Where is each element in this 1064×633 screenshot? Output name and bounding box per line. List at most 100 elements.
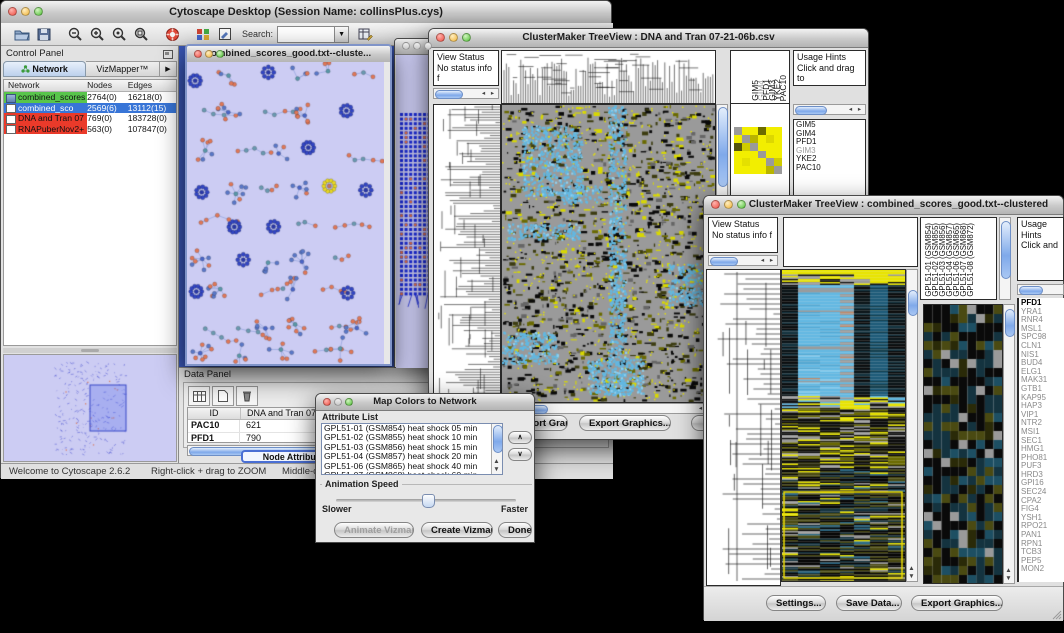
treeview2-hints-scrollbar[interactable]: [1017, 284, 1064, 295]
scroll-left-icon[interactable]: ◂: [479, 91, 488, 97]
main-title-bar[interactable]: Cytoscape Desktop (Session Name: collins…: [1, 1, 611, 24]
treeview1-hints-scrollbar[interactable]: ◂ ▸: [793, 104, 866, 115]
scroll-left-icon[interactable]: ◂: [758, 258, 767, 264]
gene-label[interactable]: PAC10: [796, 164, 863, 173]
attribute-select-icon[interactable]: [188, 386, 210, 406]
treeview2-gene-list[interactable]: PFD1YRA1RNR4MSL1SPC98CLN1NIS1BUD4ELG1MAK…: [1017, 298, 1064, 582]
attribute-browser-icon[interactable]: [354, 24, 376, 44]
close-button[interactable]: [323, 398, 331, 406]
open-file-icon[interactable]: [11, 24, 33, 44]
scrollbar-thumb[interactable]: [795, 106, 827, 115]
network-table-row[interactable]: combined_scores2764(0)16218(0): [4, 92, 176, 103]
scrollbar-thumb[interactable]: [710, 257, 738, 266]
scrollbar-thumb[interactable]: [1001, 221, 1011, 279]
close-button[interactable]: [402, 42, 410, 50]
help-ring-icon[interactable]: [161, 24, 183, 44]
move-down-button[interactable]: ∨: [508, 448, 532, 461]
gene-label[interactable]: MON2: [1021, 565, 1062, 574]
treeview2-column-dendrogram[interactable]: [783, 217, 918, 267]
attribute-list[interactable]: GPL51-01 (GSM854) heat shock 05 minGPL51…: [321, 423, 503, 475]
scrollbar-thumb[interactable]: [435, 90, 463, 99]
network-table-row[interactable]: DNA and Tran 07769(0)183728(0): [4, 113, 176, 124]
animate-vizmap-button[interactable]: Animate Vizmap: [334, 522, 414, 538]
tab-vizmapper[interactable]: VizMapper™: [86, 61, 160, 77]
tv2-export-graphics-button[interactable]: Export Graphics...: [911, 595, 1003, 611]
close-button[interactable]: [194, 50, 202, 58]
scroll-down-icon[interactable]: ▼: [1004, 576, 1013, 582]
minimize-button[interactable]: [21, 7, 30, 16]
tv1-export-graphics-button[interactable]: Export Graphics...: [579, 415, 671, 431]
attribute-list-item[interactable]: GPL51-07 (GSM868) heat shock 60 min: [324, 471, 502, 475]
tv2-save-data-button[interactable]: Save Data...: [836, 595, 902, 611]
scrollbar-thumb[interactable]: [908, 290, 918, 316]
scroll-up-icon[interactable]: ▲: [907, 566, 916, 572]
col-header-nodes[interactable]: Nodes: [87, 80, 128, 91]
scroll-left-icon[interactable]: ◂: [846, 107, 855, 113]
treeview2-heatmap-vscrollbar[interactable]: ▲ ▼: [906, 269, 918, 582]
zoom-selected-icon[interactable]: [108, 24, 130, 44]
network-table-row[interactable]: combined_sco2569(6)13112(15): [4, 103, 176, 114]
annotation-icon[interactable]: [214, 24, 236, 44]
col-header-network[interactable]: Network: [4, 80, 87, 91]
zoom-window-button[interactable]: [737, 200, 746, 209]
close-button[interactable]: [436, 33, 445, 42]
scrollbar-thumb[interactable]: [493, 425, 503, 453]
treeview1-title-bar[interactable]: ClusterMaker TreeView : DNA and Tran 07-…: [429, 29, 868, 48]
treeview2-status-scrollbar[interactable]: ◂ ▸: [708, 255, 778, 266]
scroll-right-icon[interactable]: ▸: [855, 107, 864, 113]
minimize-button[interactable]: [205, 50, 213, 58]
col-header-id[interactable]: ID: [188, 408, 241, 419]
search-input[interactable]: [277, 26, 335, 43]
network-table-row[interactable]: RNAPuberNov2+563(0)107847(0): [4, 124, 176, 135]
done-button[interactable]: Done: [498, 522, 532, 538]
visual-styles-icon[interactable]: [192, 24, 214, 44]
scrollbar-thumb[interactable]: [1019, 286, 1043, 295]
treeview2-zoom-vscrollbar[interactable]: ▲ ▼: [1003, 304, 1015, 584]
treeview1-column-dendrogram[interactable]: [501, 50, 716, 104]
treeview1-row-dendrogram[interactable]: [433, 104, 501, 403]
close-button[interactable]: [8, 7, 17, 16]
network-canvas-1[interactable]: [187, 62, 384, 364]
zoom-window-button[interactable]: [345, 398, 353, 406]
minimize-button[interactable]: [724, 200, 733, 209]
save-session-icon[interactable]: [33, 24, 55, 44]
panel-splitter[interactable]: [3, 348, 177, 353]
zoom-fit-icon[interactable]: [130, 24, 152, 44]
window1-vscrollbar[interactable]: [384, 62, 390, 364]
treeview1-heatmap[interactable]: [501, 104, 716, 403]
zoom-window-button[interactable]: [462, 33, 471, 42]
treeview2-heatmap[interactable]: [781, 269, 906, 582]
tab-overflow-arrow[interactable]: ▶: [160, 61, 177, 77]
create-vizmap-button[interactable]: Create Vizmap: [421, 522, 493, 538]
animation-speed-slider[interactable]: [336, 499, 516, 502]
zoom-window-button[interactable]: [34, 7, 43, 16]
column-label[interactable]: PAC10: [779, 75, 788, 101]
treeview1-status-scrollbar[interactable]: ◂ ▸: [433, 88, 499, 99]
new-attribute-icon[interactable]: [212, 386, 234, 406]
attribute-list-vscrollbar[interactable]: ▲ ▼: [491, 424, 502, 474]
scroll-right-icon[interactable]: ▸: [488, 91, 497, 97]
tab-network[interactable]: Network: [3, 61, 86, 77]
move-up-button[interactable]: ∧: [508, 431, 532, 444]
network-overview[interactable]: [3, 354, 177, 462]
resize-grip-icon[interactable]: [1052, 610, 1062, 620]
zoom-window-button[interactable]: [424, 42, 432, 50]
treeview2-title-bar[interactable]: ClusterMaker TreeView : combined_scores_…: [704, 196, 1063, 215]
zoom-in-icon[interactable]: [86, 24, 108, 44]
col-header-edges[interactable]: Edges: [128, 80, 176, 91]
scroll-up-icon[interactable]: ▲: [492, 459, 501, 465]
scroll-right-icon[interactable]: ▸: [767, 258, 776, 264]
zoom-window-button[interactable]: [216, 50, 224, 58]
treeview2-row-dendrogram[interactable]: [706, 269, 781, 586]
treeview2-zoom-heatmap[interactable]: [923, 304, 1003, 584]
search-combobox[interactable]: ▼: [277, 26, 349, 43]
close-button[interactable]: [711, 200, 720, 209]
scroll-down-icon[interactable]: ▼: [492, 467, 501, 473]
minimize-button[interactable]: [334, 398, 342, 406]
zoom-out-icon[interactable]: [64, 24, 86, 44]
treeview2-labels-vscrollbar[interactable]: [999, 217, 1011, 300]
scroll-up-icon[interactable]: ▲: [1004, 568, 1013, 574]
search-dropdown-arrow-icon[interactable]: ▼: [335, 26, 349, 43]
minimize-button[interactable]: [413, 42, 421, 50]
column-label[interactable]: GPL51-08 (GSM872): [967, 223, 975, 297]
